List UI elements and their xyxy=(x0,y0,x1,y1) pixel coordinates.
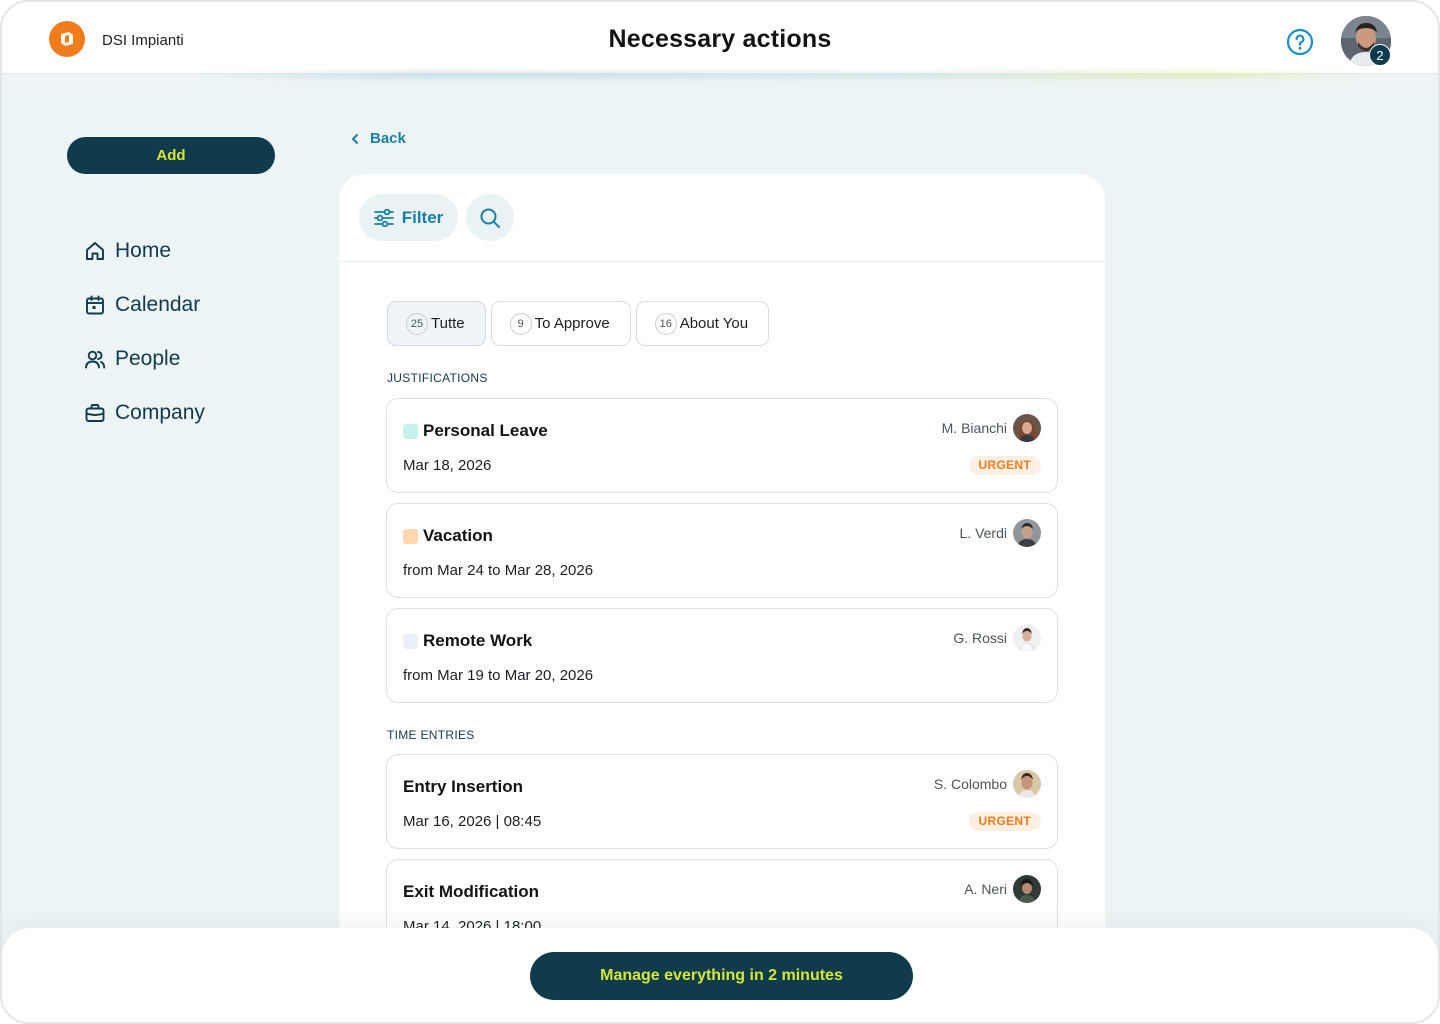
briefcase-icon xyxy=(84,402,106,424)
sidebar-item-label: Home xyxy=(115,239,172,262)
avatar xyxy=(1013,414,1041,442)
item-date: from Mar 19 to Mar 20, 2026 xyxy=(403,667,594,684)
sidebar-item-calendar[interactable]: Calendar xyxy=(84,278,205,332)
item-title: Remote Work xyxy=(403,631,532,651)
tab-count: 16 xyxy=(654,312,677,335)
tab-all[interactable]: 25 Tutte xyxy=(387,301,486,346)
home-icon xyxy=(84,240,106,262)
filter-tabs: 25 Tutte 9 To Approve 16 About You xyxy=(387,301,770,346)
tab-to-approve[interactable]: 9 To Approve xyxy=(490,301,631,346)
actions-panel: Filter 25 Tutte 9 To Approve 16 About Yo… xyxy=(339,174,1105,954)
sidebar-item-label: Company xyxy=(115,401,205,424)
back-label: Back xyxy=(370,130,406,147)
list-item[interactable]: Vacation from Mar 24 to Mar 28, 2026 L. … xyxy=(386,503,1058,598)
sidebar-item-label: People xyxy=(115,347,181,370)
section-label-time-entries: TIME ENTRIES xyxy=(387,728,475,742)
tab-count: 25 xyxy=(406,312,428,335)
item-person: L. Verdi xyxy=(960,519,1041,547)
page-title: Necessary actions xyxy=(608,25,832,53)
calendar-icon xyxy=(84,294,106,316)
item-title-text: Personal Leave xyxy=(423,421,548,440)
header-glow xyxy=(182,72,1382,78)
item-title: Vacation xyxy=(403,526,493,546)
person-name: G. Rossi xyxy=(953,630,1007,646)
back-link[interactable]: Back xyxy=(350,130,406,147)
item-person: S. Colombo xyxy=(934,770,1041,798)
item-title: Personal Leave xyxy=(403,421,548,441)
item-person: M. Bianchi xyxy=(942,414,1041,442)
item-date: from Mar 24 to Mar 28, 2026 xyxy=(403,562,594,579)
item-title-text: Entry Insertion xyxy=(403,777,523,796)
list-item[interactable]: Personal Leave Mar 18, 2026 M. Bianchi U… xyxy=(386,398,1058,493)
sidebar-item-home[interactable]: Home xyxy=(84,224,205,278)
person-name: M. Bianchi xyxy=(941,420,1007,436)
filter-label: Filter xyxy=(401,207,444,227)
avatar xyxy=(1013,519,1041,547)
help-button[interactable] xyxy=(1286,28,1314,56)
help-circle-icon xyxy=(1286,28,1314,56)
tab-label: Tutte xyxy=(431,315,465,332)
tab-about-you[interactable]: 16 About You xyxy=(635,301,770,346)
person-name: A. Neri xyxy=(964,881,1007,897)
item-title-text: Exit Modification xyxy=(403,882,539,901)
item-title: Exit Modification xyxy=(403,882,539,902)
urgent-badge: URGENT xyxy=(968,456,1041,475)
item-person: G. Rossi xyxy=(953,624,1041,652)
list-item[interactable]: Entry Insertion Mar 16, 2026 | 08:45 S. … xyxy=(386,754,1058,849)
list-item[interactable]: Remote Work from Mar 19 to Mar 20, 2026 … xyxy=(386,608,1058,703)
chevron-left-icon xyxy=(350,133,360,145)
manage-everything-button[interactable]: Manage everything in 2 minutes xyxy=(530,952,913,1000)
sidebar-nav: Home Calendar People Company xyxy=(84,224,205,440)
item-date: Mar 18, 2026 xyxy=(403,457,492,474)
filter-button[interactable]: Filter xyxy=(359,194,458,241)
search-button[interactable] xyxy=(466,194,514,241)
avatar xyxy=(1013,770,1041,798)
search-icon xyxy=(480,208,500,228)
item-person: A. Neri xyxy=(964,875,1041,903)
sidebar-item-people[interactable]: People xyxy=(84,332,205,386)
tab-label: About You xyxy=(679,315,749,332)
bottom-bar: Manage everything in 2 minutes xyxy=(2,928,1438,1022)
header: DSI Impianti Necessary actions 2 xyxy=(2,2,1438,74)
app-frame: DSI Impianti Necessary actions 2 Add Hom… xyxy=(0,0,1440,1024)
category-color-swatch xyxy=(403,423,418,439)
category-color-swatch xyxy=(403,528,418,544)
item-date: Mar 16, 2026 | 08:45 xyxy=(403,813,542,830)
person-name: L. Verdi xyxy=(959,525,1007,541)
notification-badge: 2 xyxy=(1369,44,1391,66)
sidebar-item-label: Calendar xyxy=(115,293,201,316)
tab-label: To Approve xyxy=(534,315,610,332)
sliders-icon xyxy=(373,208,394,227)
item-title-text: Remote Work xyxy=(423,631,533,650)
category-color-swatch xyxy=(403,633,418,649)
item-title: Entry Insertion xyxy=(403,777,523,797)
section-label-justifications: JUSTIFICATIONS xyxy=(387,371,488,385)
avatar xyxy=(1013,875,1041,903)
people-icon xyxy=(84,348,106,370)
tab-count: 9 xyxy=(509,312,532,335)
avatar xyxy=(1013,624,1041,652)
add-button[interactable]: Add xyxy=(67,137,275,174)
urgent-badge: URGENT xyxy=(968,812,1041,831)
sidebar-item-company[interactable]: Company xyxy=(84,386,205,440)
toolbar: Filter xyxy=(339,174,1105,262)
item-title-text: Vacation xyxy=(423,526,493,545)
person-name: S. Colombo xyxy=(933,776,1007,792)
